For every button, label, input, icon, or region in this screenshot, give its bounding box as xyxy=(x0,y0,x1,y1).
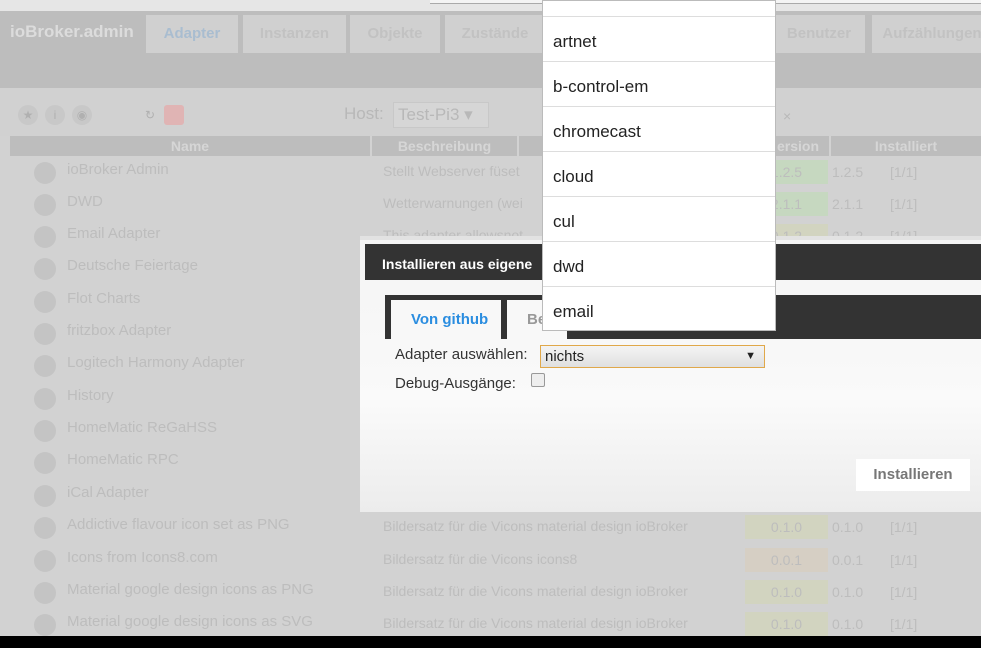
host-select[interactable]: Test-Pi3 ▾ xyxy=(393,102,489,128)
adapter-icon xyxy=(34,323,56,345)
col-installed[interactable]: Installiert xyxy=(831,136,981,156)
adapter-icon xyxy=(34,291,56,313)
dropdown-option[interactable]: cloud xyxy=(543,152,775,197)
instance-count: [1/1] xyxy=(890,196,918,212)
adapter-name: Email Adapter xyxy=(67,225,161,242)
adapter-icon xyxy=(34,485,56,507)
adapter-name: Addictive flavour icon set as PNG xyxy=(67,516,290,533)
adapter-icon xyxy=(34,355,56,377)
star-icon[interactable]: ★ xyxy=(18,105,38,125)
clear-filter-icon[interactable]: × xyxy=(783,108,791,124)
table-row[interactable]: DWD Wetterwarnungen (wei 2.1.1 2.1.1 [1/1] xyxy=(10,188,981,220)
adapter-name: Flot Charts xyxy=(67,290,141,307)
tab-objekte[interactable]: Objekte xyxy=(350,15,440,53)
table-row[interactable]: Addictive flavour icon set as PNG Bilders… xyxy=(10,511,981,543)
installed-version: 2.1.1 xyxy=(832,196,864,212)
dropdown-option[interactable]: dwd xyxy=(543,242,775,287)
installed-version: 0.1.0 xyxy=(832,519,864,535)
dropdown-option[interactable] xyxy=(543,1,775,17)
tab-instanzen[interactable]: Instanzen xyxy=(243,15,346,53)
browser-top xyxy=(0,0,981,11)
tab-zustaende[interactable]: Zustände xyxy=(445,15,545,53)
table-row[interactable]: Material google design icons as PNG Bilde… xyxy=(10,576,981,608)
adapter-name: HomeMatic RPC xyxy=(67,451,179,468)
available-version: 0.1.0 xyxy=(745,612,828,636)
adapter-name: Material google design icons as SVG xyxy=(67,613,313,630)
adapter-label: Adapter auswählen: xyxy=(395,346,528,363)
instance-count: [1/1] xyxy=(890,164,918,180)
table-row[interactable]: ioBroker Admin Stellt Webserver füset 1.2.… xyxy=(10,156,981,188)
dropdown-option[interactable]: artnet xyxy=(543,17,775,62)
upload-icon[interactable] xyxy=(164,105,184,125)
adapter-description: Bildersatz für die Vicons material desig… xyxy=(383,518,688,534)
adapter-select[interactable]: nichts ▼ xyxy=(540,345,765,368)
adapter-name: DWD xyxy=(67,193,103,210)
adapter-name: fritzbox Adapter xyxy=(67,322,172,339)
adapter-icon xyxy=(34,162,56,184)
installed-version: 1.2.5 xyxy=(832,164,864,180)
available-version: 0.1.0 xyxy=(745,515,828,539)
adapter-icon xyxy=(34,517,56,539)
adapter-name: Icons from Icons8.com xyxy=(67,549,218,566)
info-icon[interactable]: i xyxy=(45,105,65,125)
github-icon[interactable]: ◉ xyxy=(72,105,92,125)
tab-aufzaehlungen[interactable]: Aufzählungen xyxy=(872,15,981,53)
instance-count: [1/1] xyxy=(890,616,918,632)
dropdown-option[interactable]: email xyxy=(543,287,775,330)
installed-version: 0.0.1 xyxy=(832,552,864,568)
adapter-select-value: nichts xyxy=(545,348,585,365)
install-button[interactable]: Installieren xyxy=(856,459,970,491)
adapter-icon xyxy=(34,550,56,572)
available-version: 0.1.0 xyxy=(745,580,828,604)
tab-adapter[interactable]: Adapter xyxy=(146,15,238,53)
tab-von-github[interactable]: Von github xyxy=(391,300,501,339)
adapter-name: Logitech Harmony Adapter xyxy=(67,354,245,371)
host-label: Host: xyxy=(344,104,384,123)
adapter-name: ioBroker Admin xyxy=(67,161,169,178)
adapter-description: Bildersatz für die Vicons material desig… xyxy=(383,615,688,631)
tab-benutzer[interactable]: Benutzer xyxy=(773,15,865,53)
installed-version: 0.1.0 xyxy=(832,616,864,632)
adapter-icon xyxy=(34,582,56,604)
adapter-icon xyxy=(34,452,56,474)
adapter-icon xyxy=(34,258,56,280)
adapter-description: Wetterwarnungen (wei xyxy=(383,195,523,211)
app-title: ioBroker.admin xyxy=(10,22,134,41)
installed-version: 0.1.0 xyxy=(832,584,864,600)
adapter-name: iCal Adapter xyxy=(67,484,149,501)
col-description[interactable]: Beschreibung xyxy=(372,136,517,156)
instance-count: [1/1] xyxy=(890,552,918,568)
instance-count: [1/1] xyxy=(890,519,918,535)
instance-count: [1/1] xyxy=(890,584,918,600)
col-name[interactable]: Name xyxy=(10,136,370,156)
available-version: 0.0.1 xyxy=(745,548,828,572)
dropdown-option[interactable]: chromecast xyxy=(543,107,775,152)
adapter-icon xyxy=(34,194,56,216)
adapter-icon xyxy=(34,388,56,410)
adapter-name: HomeMatic ReGaHSS xyxy=(67,419,218,436)
dropdown-option[interactable]: cul xyxy=(543,197,775,242)
adapter-icon xyxy=(34,226,56,248)
adapter-name: Material google design icons as PNG xyxy=(67,581,314,598)
debug-label: Debug-Ausgänge: xyxy=(395,375,516,392)
table-row[interactable]: Icons from Icons8.com Bildersatz für die … xyxy=(10,544,981,576)
adapter-name: History xyxy=(67,387,114,404)
adapter-description: Stellt Webserver füset xyxy=(383,163,520,179)
bottom-bar xyxy=(0,636,981,648)
adapter-description: Bildersatz für die Vicons material desig… xyxy=(383,583,688,599)
dropdown-option[interactable]: b-control-em xyxy=(543,62,775,107)
refresh-icon[interactable]: ↻ xyxy=(140,105,160,125)
debug-checkbox[interactable] xyxy=(531,373,545,387)
caret-down-icon: ▼ xyxy=(745,350,756,362)
adapter-name: Deutsche Feiertage xyxy=(67,257,198,274)
adapter-icon xyxy=(34,420,56,442)
adapter-description: Bildersatz für die Vicons icons8 xyxy=(383,551,578,567)
adapter-dropdown-list[interactable]: artnet b-control-em chromecast cloud cul dwd e… xyxy=(542,0,776,331)
adapter-icon xyxy=(34,614,56,636)
